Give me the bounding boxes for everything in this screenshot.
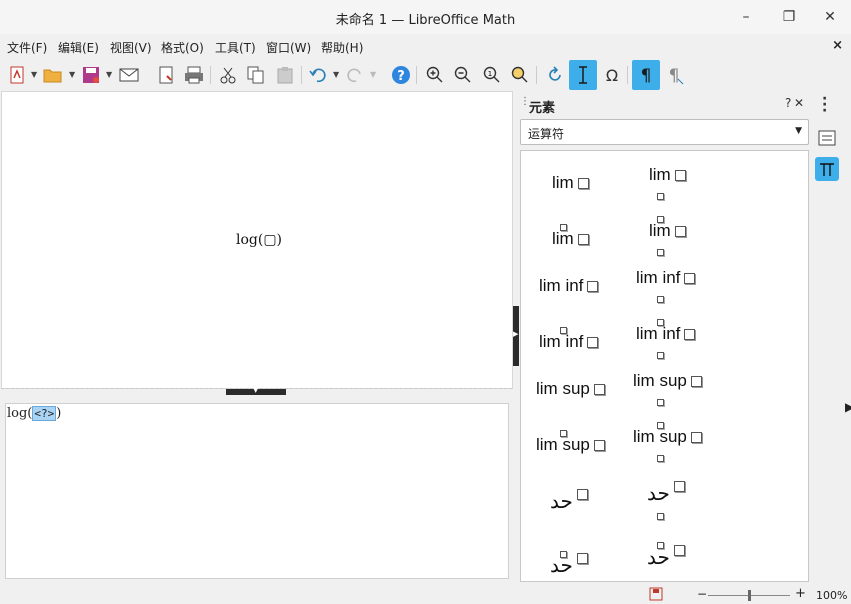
editor-text-after: ) <box>56 406 62 421</box>
svg-text:¶: ¶ <box>669 66 680 85</box>
menu-tools[interactable]: 工具(T) <box>215 39 256 56</box>
sidebar-close-button[interactable]: ✕ <box>794 96 804 110</box>
minimize-button[interactable]: – <box>735 6 757 28</box>
status-bar <box>0 585 851 603</box>
update-icon[interactable] <box>543 63 567 87</box>
window-title: 未命名 1 — LibreOffice Math <box>335 13 516 28</box>
element-limsup-from[interactable]: lim sup <box>633 371 702 406</box>
category-dropdown[interactable]: 运算符 ▼ <box>520 119 809 145</box>
export-pdf-icon[interactable] <box>154 63 178 87</box>
open-dropdown-icon[interactable]: ▼ <box>69 70 75 79</box>
new-dropdown-icon[interactable]: ▼ <box>31 70 37 79</box>
element-arabic-lim[interactable]: حد <box>550 489 588 514</box>
zoom-slider-thumb[interactable] <box>748 590 751 601</box>
toolbar-separator <box>301 66 302 84</box>
formula-editor[interactable]: log(<?>) <box>5 403 509 579</box>
placeholder-token[interactable]: <?> <box>32 406 57 421</box>
element-liminf-from[interactable]: lim inf <box>636 268 696 303</box>
zoom-fit-icon[interactable]: 1 <box>480 63 504 87</box>
print-icon[interactable] <box>182 63 206 87</box>
zoom-in-button[interactable]: + <box>795 586 806 601</box>
title-bar: 未命名 1 — LibreOffice Math – ❐ ✕ <box>0 0 851 34</box>
chevron-down-icon: ▼ <box>795 126 802 136</box>
toolbar-separator <box>210 66 211 84</box>
formula-preview: log(▢) <box>236 232 283 248</box>
close-button[interactable]: ✕ <box>819 6 841 28</box>
formula-text-icon[interactable]: ¶ <box>664 63 688 87</box>
save-icon[interactable] <box>79 63 103 87</box>
elements-tab-pi-icon[interactable] <box>815 157 839 181</box>
collapse-arrow-icon: ▼ <box>253 386 259 394</box>
undo-icon[interactable] <box>306 63 330 87</box>
element-liminf-to[interactable]: lim inf <box>539 327 599 352</box>
paste-icon[interactable] <box>273 63 297 87</box>
toolbar-separator <box>416 66 417 84</box>
menu-bar: 文件(F) 编辑(E) 视图(V) 格式(O) 工具(T) 窗口(W) 帮助(H… <box>0 36 851 58</box>
menu-edit[interactable]: 编辑(E) <box>58 39 99 56</box>
element-limsup-to[interactable]: lim sup <box>536 430 605 455</box>
symbols-icon[interactable]: Ω <box>600 63 624 87</box>
email-icon[interactable] <box>117 63 141 87</box>
element-lim-from[interactable]: lim <box>649 165 686 200</box>
toolbar-separator <box>627 66 628 84</box>
standard-toolbar: ▼ ▼ ▼ ▼ ▼ ? 1 Ω ¶ ¶ <box>0 60 851 90</box>
element-arabic-lim-from-to[interactable]: حد <box>647 542 685 570</box>
editor-text-before: log( <box>7 406 33 421</box>
copy-icon[interactable] <box>244 63 268 87</box>
menu-format[interactable]: 格式(O) <box>161 39 204 56</box>
elements-pilcrow-icon[interactable]: ¶ <box>632 60 660 90</box>
formula-cursor-icon[interactable] <box>569 60 597 90</box>
open-folder-icon[interactable] <box>41 63 65 87</box>
formula-preview-area[interactable]: log(▢) <box>1 91 513 389</box>
toolbar-separator <box>536 66 537 84</box>
sidebar-menu-icon[interactable]: · · · <box>822 92 827 118</box>
elements-grid: lim lim lim lim lim inf lim inf lim inf … <box>520 150 809 582</box>
zoom-out-icon[interactable] <box>451 63 475 87</box>
element-liminf-from-to[interactable]: lim inf <box>636 319 696 359</box>
cut-icon[interactable] <box>216 63 240 87</box>
splitter-handle[interactable]: ▼ <box>226 386 286 395</box>
maximize-button[interactable]: ❐ <box>778 6 800 28</box>
document-modified-icon[interactable] <box>649 587 663 604</box>
element-liminf[interactable]: lim inf <box>539 276 599 296</box>
close-document-button[interactable]: × <box>832 38 843 53</box>
element-arabic-lim-to[interactable]: حد <box>550 551 588 578</box>
help-icon[interactable]: ? <box>389 63 413 87</box>
zoom-in-icon[interactable] <box>423 63 447 87</box>
element-arabic-lim-from[interactable]: حد <box>647 481 685 520</box>
redo-dropdown-icon[interactable]: ▼ <box>370 70 376 79</box>
editor-content: log(<?>) <box>7 406 61 421</box>
zoom-out-button[interactable]: − <box>697 587 707 601</box>
element-limsup[interactable]: lim sup <box>536 379 605 399</box>
category-selected: 运算符 <box>528 127 565 141</box>
sidebar-title: 元素 <box>529 101 556 116</box>
menu-file[interactable]: 文件(F) <box>7 39 47 56</box>
zoom-all-icon[interactable] <box>508 63 532 87</box>
svg-text:¶: ¶ <box>641 66 652 85</box>
svg-text:Ω: Ω <box>606 66 618 84</box>
element-limsup-from-to[interactable]: lim sup <box>633 422 702 462</box>
sidebar-splitter[interactable]: ▶ <box>513 306 519 366</box>
mouse-cursor-icon: ▶ <box>845 400 851 414</box>
redo-icon[interactable] <box>343 63 367 87</box>
svg-text:?: ? <box>397 69 405 84</box>
menu-view[interactable]: 视图(V) <box>110 39 152 56</box>
new-document-icon[interactable] <box>5 63 29 87</box>
save-dropdown-icon[interactable]: ▼ <box>106 70 112 79</box>
menu-help[interactable]: 帮助(H) <box>321 39 363 56</box>
properties-tab-icon[interactable] <box>815 126 839 150</box>
svg-text:1: 1 <box>488 70 492 78</box>
element-lim-from-to[interactable]: lim <box>649 216 686 256</box>
menu-window[interactable]: 窗口(W) <box>266 39 311 56</box>
sidebar-help-button[interactable]: ? <box>785 96 791 110</box>
undo-dropdown-icon[interactable]: ▼ <box>333 70 339 79</box>
drag-handle-icon[interactable]: ⋮ <box>520 96 530 107</box>
zoom-level[interactable]: 100% <box>816 589 847 602</box>
element-lim[interactable]: lim <box>552 173 589 193</box>
collapse-sidebar-arrow-icon: ▶ <box>513 330 519 338</box>
element-lim-to[interactable]: lim <box>552 224 589 249</box>
